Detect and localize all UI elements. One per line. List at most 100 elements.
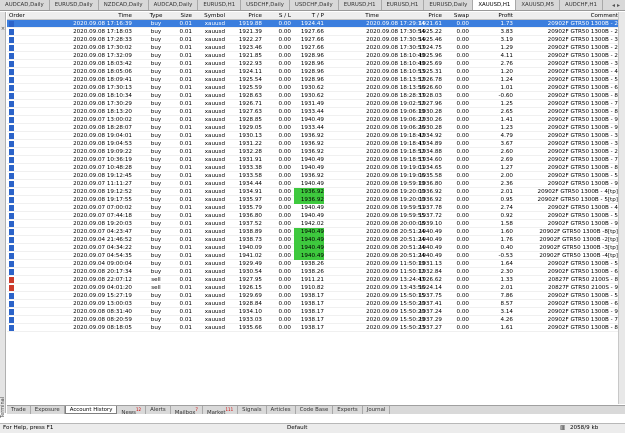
table-row[interactable]: 2020.09.07 04:34:22 buy 0.01 xauusd 1940.09 0… xyxy=(7,244,625,252)
cell-price: 1929.69 xyxy=(238,293,262,299)
table-row[interactable]: 2020.09.04 21:46:52 buy 0.01 xauusd 1938.73 0… xyxy=(7,236,625,244)
table-row[interactable]: 2020.09.08 18:09:41 buy 0.01 xauusd 1925.54 0… xyxy=(7,76,625,84)
table-row[interactable]: 2020.09.08 22:07:12 sell 0.01 xauusd 1927.95… xyxy=(7,276,625,284)
table-row[interactable]: 2020.09.07 07:44:18 buy 0.01 xauusd 1936.80 0… xyxy=(7,212,625,220)
table-row[interactable]: 2020.09.08 17:28:33 buy 0.01 xauusd 1922.27 0… xyxy=(7,36,625,44)
col-price2[interactable]: Price xyxy=(412,12,442,20)
table-row[interactable]: 2020.09.07 04:23:47 buy 0.01 xauusd 1938.89 0… xyxy=(7,228,625,236)
table-row[interactable]: 2020.09.08 08:31:40 buy 0.01 xauusd 1934.10 0… xyxy=(7,308,625,316)
col-profit[interactable]: Profit xyxy=(477,12,513,20)
col-order[interactable]: Order xyxy=(9,12,39,20)
table-row[interactable]: 2020.09.09 04:01:20 sell 0.01 xauusd 1926.15… xyxy=(7,284,625,292)
chart-tab[interactable]: NZDCAD,Daily xyxy=(99,0,149,10)
cell-type: buy xyxy=(150,197,162,203)
terminal-tab-label: Market xyxy=(206,409,226,416)
table-row[interactable]: 2020.09.08 18:13:20 buy 0.01 xauusd 1927.63 0… xyxy=(7,108,625,116)
table-row[interactable]: 2020.09.08 17:30:02 buy 0.01 xauusd 1923.46 0… xyxy=(7,44,625,52)
table-row[interactable]: 2020.09.08 18:03:42 buy 0.01 xauusd 1922.93 0… xyxy=(7,60,625,68)
chart-tab[interactable]: EURUSD,H1 xyxy=(382,0,425,10)
cell-time: 2020.09.08 17:18:03 xyxy=(73,29,132,35)
table-row[interactable]: 2020.09.08 19:04:53 buy 0.01 xauusd 1931.22 0… xyxy=(7,140,625,148)
table-row[interactable]: 2020.09.08 18:10:34 buy 0.01 xauusd 1928.63 0… xyxy=(7,92,625,100)
cell-type: buy xyxy=(150,141,162,147)
table-row[interactable]: 2020.09.08 18:05:06 buy 0.01 xauusd 1924.11 0… xyxy=(7,68,625,76)
table-row[interactable]: 2020.09.08 19:12:52 buy 0.01 xauusd 1934.91 0… xyxy=(7,188,625,196)
table-row[interactable]: 2020.09.08 19:17:55 buy 0.01 xauusd 1935.97 0… xyxy=(7,196,625,204)
table-row[interactable]: 2020.09.08 17:18:03 buy 0.01 xauusd 1921.39 0… xyxy=(7,28,625,36)
table-row[interactable]: 2020.09.07 13:00:02 buy 0.01 xauusd 1928.85 0… xyxy=(7,116,625,124)
chart-tab[interactable]: EURUSD,Daily xyxy=(50,0,99,10)
chart-tab[interactable]: AUDCAD,Daily xyxy=(149,0,199,10)
cell-close-price: 1937.75 xyxy=(418,293,442,299)
cell-time: 2020.09.07 04:54:35 xyxy=(73,253,132,259)
chart-tab[interactable]: AUDCAD,Daily xyxy=(0,0,50,10)
terminal-tab[interactable]: Exposure xyxy=(31,406,65,414)
cell-size: 0.01 xyxy=(179,317,192,323)
chart-tab[interactable]: USDCHF,Daily xyxy=(290,0,339,10)
chart-tab-scroll[interactable]: ◂ ▸ xyxy=(611,0,625,10)
terminal-tab[interactable]: Trade xyxy=(7,406,31,414)
terminal-tab[interactable]: Mailbox7 xyxy=(171,406,203,416)
col-sl[interactable]: S / L xyxy=(267,12,291,20)
cell-sl: 0.00 xyxy=(278,53,291,59)
scroll-right-icon[interactable]: ▸ xyxy=(616,0,621,10)
table-row[interactable]: 2020.09.09 08:18:05 buy 0.01 xauusd 1935.66 0… xyxy=(7,324,625,332)
table-row[interactable]: 2020.09.09 13:00:03 buy 0.01 xauusd 1928.84 0… xyxy=(7,300,625,308)
table-row[interactable]: 2020.09.07 10:48:28 buy 0.01 xauusd 1933.38 0… xyxy=(7,164,625,172)
cell-time: 2020.09.04 09:00:04 xyxy=(73,261,132,267)
table-row[interactable]: 2020.09.07 07:00:02 buy 0.01 xauusd 1935.79 0… xyxy=(7,204,625,212)
cell-close-price: 1937.27 xyxy=(418,325,442,331)
table-row[interactable]: 2020.09.09 15:27:19 buy 0.01 xauusd 1929.69 0… xyxy=(7,292,625,300)
terminal-tab[interactable]: Account History xyxy=(64,406,118,414)
col-type[interactable]: Type xyxy=(146,12,166,20)
terminal-tab[interactable]: Experts xyxy=(333,406,363,414)
table-row[interactable]: 2020.09.08 17:30:13 buy 0.01 xauusd 1925.59 0… xyxy=(7,84,625,92)
col-comment[interactable]: Comment xyxy=(567,12,618,20)
table-row[interactable]: 2020.09.07 10:36:19 buy 0.01 xauusd 1931.91 0… xyxy=(7,156,625,164)
table-row[interactable]: 2020.09.08 20:17:34 buy 0.01 xauusd 1930.54 0… xyxy=(7,268,625,276)
col-tp[interactable]: T / P xyxy=(294,12,324,20)
terminal-tab[interactable]: News12 xyxy=(117,406,147,416)
terminal-tab[interactable]: Journal xyxy=(363,406,391,414)
vertical-scrollbar[interactable] xyxy=(618,12,625,404)
table-row[interactable]: 2020.09.08 18:28:07 buy 0.01 xauusd 1929.05 0… xyxy=(7,124,625,132)
table-row[interactable]: 2020.09.08 19:12:45 buy 0.01 xauusd 1933.58 0… xyxy=(7,172,625,180)
chart-tab[interactable]: XAUUSD,M5 xyxy=(516,0,560,10)
terminal-tab[interactable]: Signals xyxy=(238,406,267,414)
terminal-tab[interactable]: Alerts xyxy=(146,406,171,414)
table-row[interactable]: 2020.09.04 09:00:04 buy 0.01 xauusd 1929.49 0… xyxy=(7,260,625,268)
terminal-tab[interactable]: Articles xyxy=(267,406,296,414)
col-size[interactable]: Size xyxy=(170,12,192,20)
table-row[interactable]: 2020.09.08 17:16:39 buy 0.01 xauusd 1919.88 0… xyxy=(7,20,625,28)
cell-comment: 20902F GTR50 1300B - 9 xyxy=(547,125,618,131)
col-time2[interactable]: Time xyxy=(347,12,379,20)
col-symbol[interactable]: Symbol xyxy=(197,12,225,20)
col-price[interactable]: Price xyxy=(232,12,262,20)
close-icon[interactable]: × xyxy=(0,26,6,32)
table-row[interactable]: 2020.09.08 19:09:22 buy 0.01 xauusd 1932.28 0… xyxy=(7,148,625,156)
col-swap[interactable]: Swap xyxy=(447,12,469,20)
terminal-tab[interactable]: Market111 xyxy=(203,406,239,416)
chart-tab[interactable]: EURUSD,H1 xyxy=(339,0,382,10)
table-row[interactable]: 2020.09.07 11:11:27 buy 0.01 xauusd 1934.44 0… xyxy=(7,180,625,188)
chart-tab[interactable]: AUDCHF,H1 xyxy=(560,0,603,10)
cell-time: 2020.09.08 19:04:53 xyxy=(73,141,132,147)
col-time[interactable]: Time xyxy=(97,12,132,20)
table-row[interactable]: 2020.09.07 04:54:35 buy 0.01 xauusd 1941.02 0… xyxy=(7,252,625,260)
chart-tab[interactable]: EURUSD,H1 xyxy=(198,0,242,10)
table-row[interactable]: 2020.09.08 17:32:09 buy 0.01 xauusd 1921.85 0… xyxy=(7,52,625,60)
cell-swap: 0.00 xyxy=(456,45,469,51)
cell-close-price: 1927.96 xyxy=(418,101,442,107)
chart-tab[interactable]: XAUUSD,H1 xyxy=(473,0,517,10)
table-row[interactable]: 2020.09.08 19:04:01 buy 0.01 xauusd 1930.13 0… xyxy=(7,132,625,140)
table-row[interactable]: 2020.09.08 17:30:29 buy 0.01 xauusd 1926.71 0… xyxy=(7,100,625,108)
cell-size: 0.01 xyxy=(179,117,192,123)
chart-tab[interactable]: USDCHF,Daily xyxy=(241,0,290,10)
chart-tab[interactable]: EURUSD,Daily xyxy=(424,0,474,10)
buy-order-icon xyxy=(9,45,14,51)
table-row[interactable]: 2020.09.08 19:20:03 buy 0.01 xauusd 1937.52 0… xyxy=(7,220,625,228)
table-row[interactable]: 2020.09.08 08:20:59 buy 0.01 xauusd 1933.03 0… xyxy=(7,316,625,324)
terminal-tab[interactable]: Code Base xyxy=(296,406,334,414)
cell-swap: 0.00 xyxy=(456,133,469,139)
cell-profit: 2.69 xyxy=(500,157,513,163)
